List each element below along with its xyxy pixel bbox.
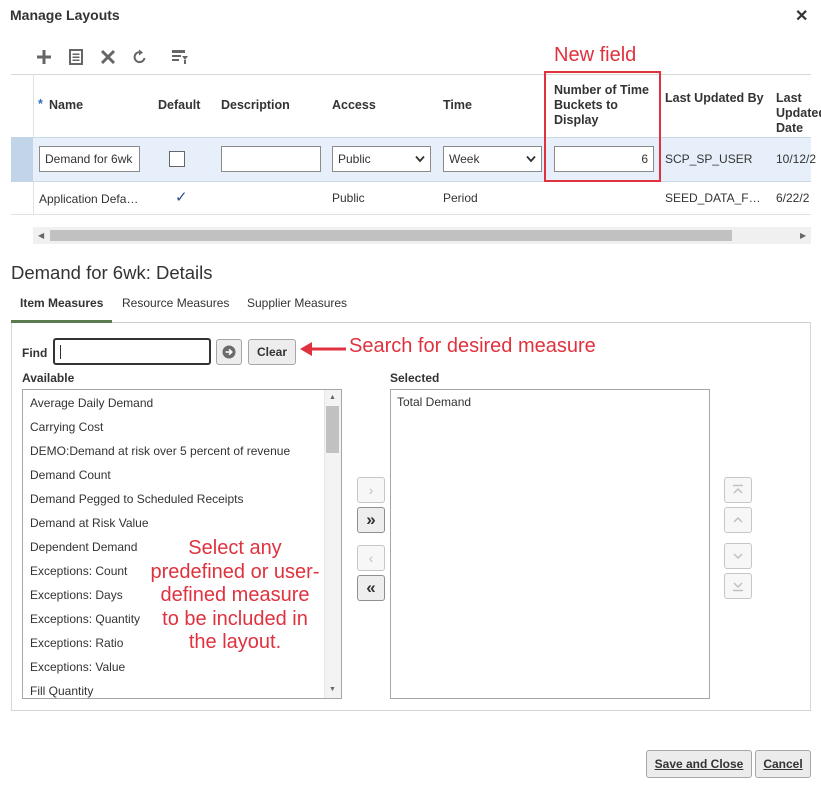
selected-list[interactable] bbox=[390, 389, 710, 699]
time-select-value: Week bbox=[449, 152, 480, 166]
find-input[interactable] bbox=[53, 338, 211, 365]
name-input[interactable]: Demand for 6wk bbox=[39, 146, 140, 172]
column-header-access[interactable]: Access bbox=[332, 98, 376, 113]
chevron-down-icon bbox=[526, 155, 536, 163]
scroll-up-icon[interactable]: ▲ bbox=[329, 394, 336, 401]
list-item[interactable]: Demand Count bbox=[30, 468, 111, 482]
chevron-down-icon bbox=[733, 553, 743, 560]
move-up-button[interactable] bbox=[724, 507, 752, 533]
required-indicator: * bbox=[38, 97, 43, 111]
move-to-top-button[interactable] bbox=[724, 477, 752, 503]
column-header-last-updated-date[interactable]: Last Updated Date bbox=[776, 91, 821, 136]
chevron-down-icon bbox=[415, 155, 425, 163]
list-item[interactable]: Exceptions: Ratio bbox=[30, 636, 123, 650]
time-cell: Period bbox=[443, 191, 478, 205]
column-header-default[interactable]: Default bbox=[158, 98, 200, 113]
access-cell: Public bbox=[332, 191, 365, 205]
details-icon[interactable] bbox=[65, 46, 87, 68]
annotation-search: Search for desired measure bbox=[349, 335, 596, 357]
tab-item-measures[interactable]: Item Measures bbox=[20, 296, 103, 310]
cancel-button[interactable]: Cancel bbox=[755, 750, 811, 778]
horizontal-scroll-thumb[interactable] bbox=[50, 230, 732, 241]
new-field-highlight bbox=[544, 71, 661, 182]
move-to-bottom-button[interactable] bbox=[724, 573, 752, 599]
list-item[interactable]: Carrying Cost bbox=[30, 420, 103, 434]
annotation-new-field: New field bbox=[554, 44, 637, 66]
move-button[interactable]: › bbox=[357, 477, 385, 503]
name-cell[interactable]: Application Defa… bbox=[39, 192, 138, 206]
list-item[interactable]: DEMO:Demand at risk over 5 percent of re… bbox=[30, 444, 290, 458]
annotation-select: Select any predefined or user-defined me… bbox=[150, 537, 320, 653]
list-item[interactable]: Exceptions: Count bbox=[30, 564, 127, 578]
delete-icon[interactable] bbox=[97, 46, 119, 68]
scroll-down-icon[interactable]: ▼ bbox=[329, 686, 336, 693]
search-go-button[interactable] bbox=[216, 339, 242, 365]
column-header-description[interactable]: Description bbox=[221, 98, 290, 113]
move-top-icon bbox=[733, 484, 743, 494]
row-divider bbox=[11, 214, 811, 215]
list-item[interactable]: Average Daily Demand bbox=[30, 396, 153, 410]
list-item[interactable]: Exceptions: Value bbox=[30, 660, 125, 674]
last-updated-by-cell: SCP_SP_USER bbox=[665, 152, 753, 166]
remove-button[interactable]: ‹ bbox=[357, 545, 385, 571]
scroll-right-icon[interactable]: ▶ bbox=[800, 231, 806, 240]
list-item[interactable]: Fill Quantity bbox=[30, 684, 93, 698]
last-updated-by-cell: SEED_DATA_F… bbox=[665, 191, 761, 205]
save-and-close-button[interactable]: Save and Close bbox=[646, 750, 752, 778]
column-header-last-updated-by[interactable]: Last Updated By bbox=[665, 91, 765, 106]
column-header-time[interactable]: Time bbox=[443, 98, 472, 113]
last-updated-date-cell: 6/22/2 bbox=[776, 191, 810, 205]
add-icon[interactable] bbox=[33, 46, 55, 68]
available-scroll-thumb[interactable] bbox=[326, 406, 339, 453]
chevron-up-icon bbox=[733, 516, 743, 523]
arrow-right-circle-icon bbox=[222, 345, 236, 359]
description-input[interactable] bbox=[221, 146, 321, 172]
move-down-button[interactable] bbox=[724, 543, 752, 569]
close-button[interactable]: ✕ bbox=[795, 6, 808, 26]
format-icon[interactable] bbox=[169, 46, 191, 68]
grid-top-border bbox=[11, 74, 811, 75]
tab-supplier-measures[interactable]: Supplier Measures bbox=[247, 296, 347, 310]
active-tab-indicator bbox=[11, 320, 112, 323]
details-title: Demand for 6wk: Details bbox=[11, 262, 213, 283]
list-item[interactable]: Demand Pegged to Scheduled Receipts bbox=[30, 492, 243, 506]
move-all-button[interactable]: » bbox=[357, 507, 385, 533]
list-item[interactable]: Demand at Risk Value bbox=[30, 516, 149, 530]
selected-label: Selected bbox=[390, 371, 440, 385]
row-selector[interactable] bbox=[11, 137, 33, 182]
refresh-icon[interactable] bbox=[129, 46, 151, 68]
dialog-title: Manage Layouts bbox=[10, 7, 120, 23]
clear-button[interactable]: Clear bbox=[248, 339, 296, 365]
time-select[interactable]: Week bbox=[443, 146, 542, 172]
list-item[interactable]: Dependent Demand bbox=[30, 540, 137, 554]
text-cursor bbox=[60, 345, 61, 359]
available-label: Available bbox=[22, 371, 75, 385]
last-updated-date-cell: 10/12/2 bbox=[776, 152, 817, 166]
default-checkbox[interactable] bbox=[169, 151, 185, 167]
check-icon: ✓ bbox=[175, 189, 188, 206]
access-select-value: Public bbox=[338, 152, 371, 166]
column-header-name[interactable]: Name bbox=[49, 98, 83, 113]
list-item[interactable]: Exceptions: Days bbox=[30, 588, 123, 602]
tab-resource-measures[interactable]: Resource Measures bbox=[122, 296, 229, 310]
list-item[interactable]: Exceptions: Quantity bbox=[30, 612, 140, 626]
remove-all-button[interactable]: « bbox=[357, 575, 385, 601]
find-label: Find bbox=[22, 346, 48, 360]
access-select[interactable]: Public bbox=[332, 146, 431, 172]
move-bottom-icon bbox=[733, 582, 743, 592]
annotation-arrow-icon bbox=[300, 342, 346, 356]
list-item[interactable]: Total Demand bbox=[397, 395, 471, 409]
scroll-left-icon[interactable]: ◀ bbox=[38, 231, 44, 240]
